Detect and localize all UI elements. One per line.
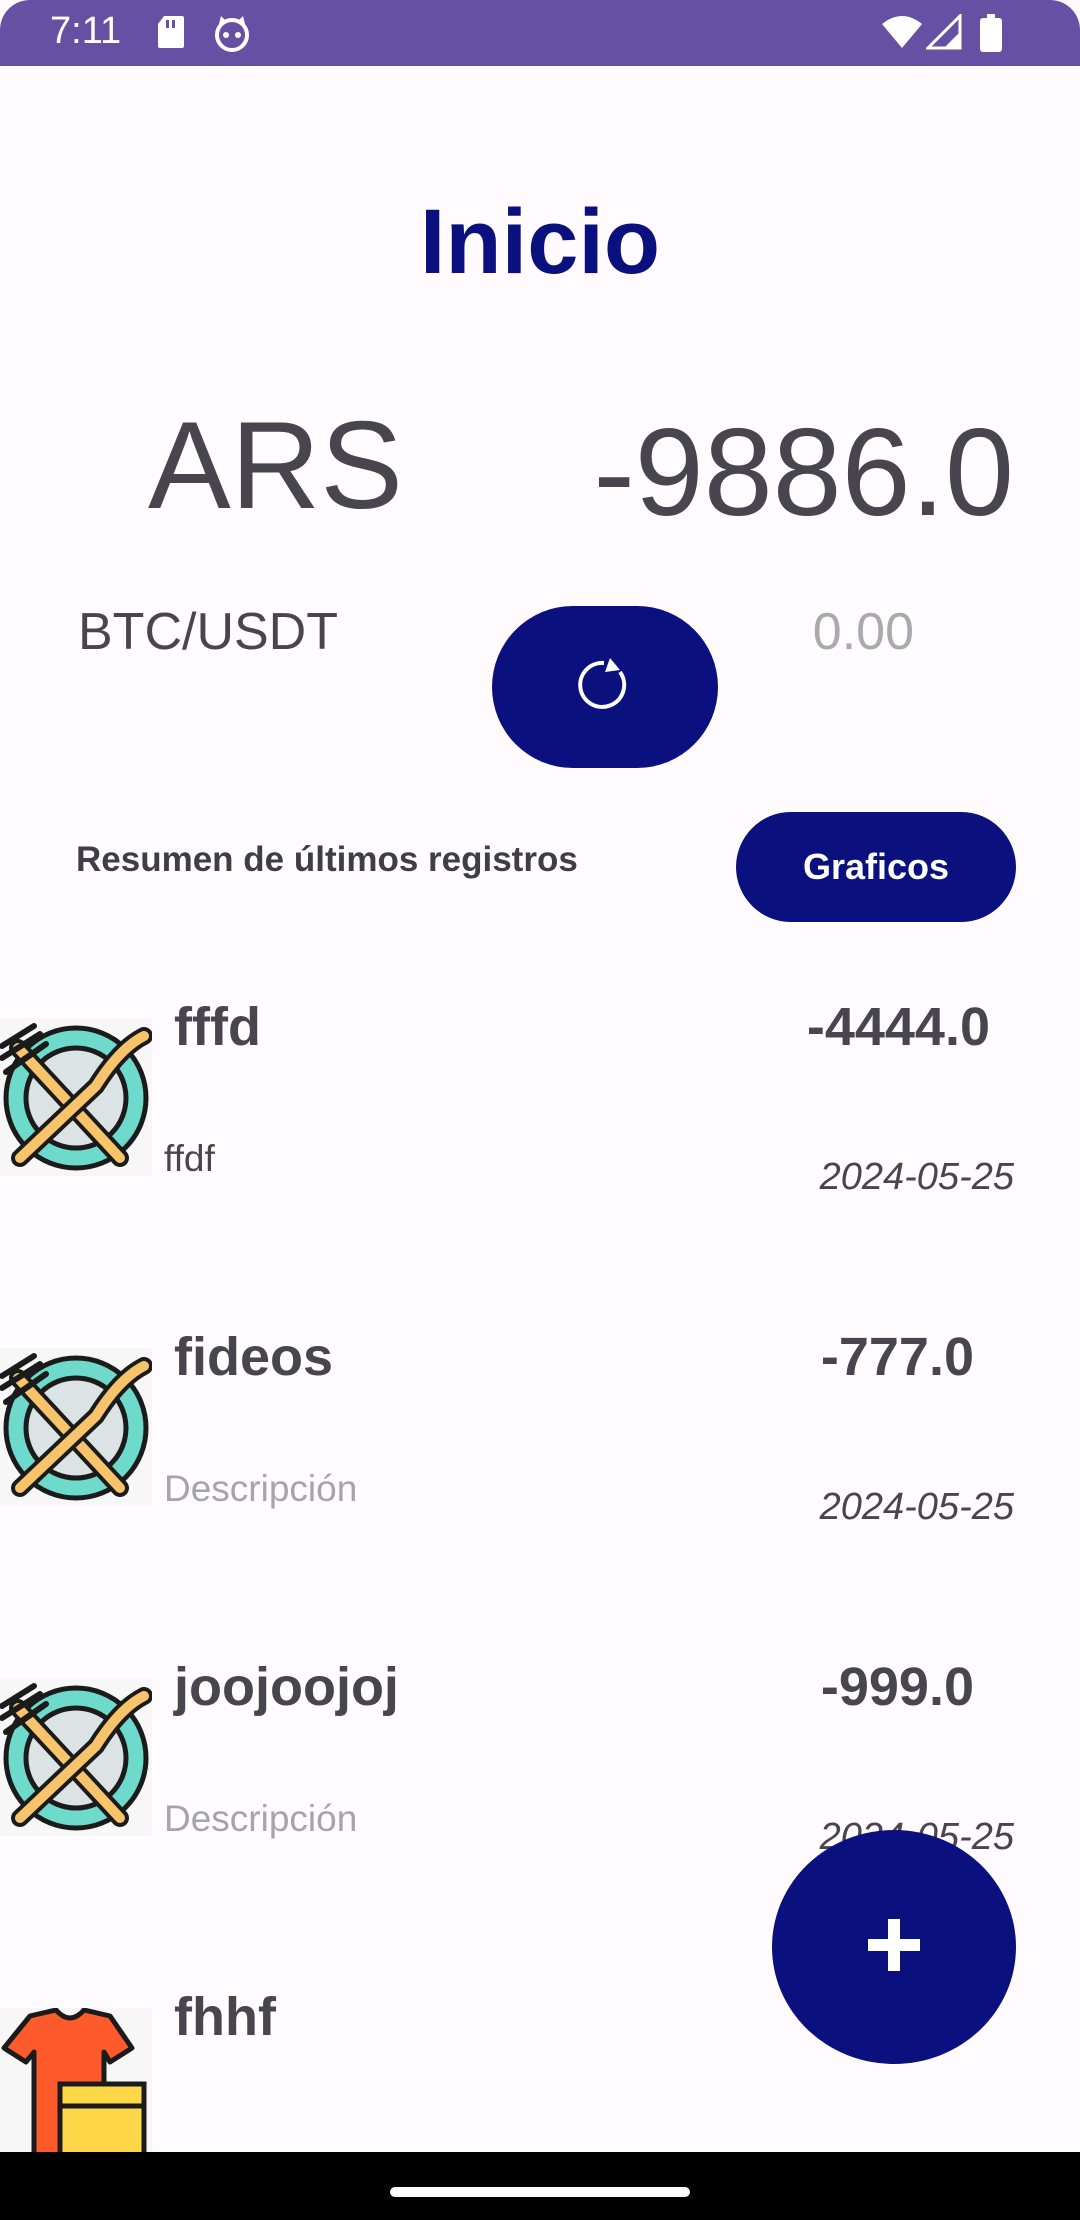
wifi-icon bbox=[880, 14, 924, 55]
record-date: 2024-05-25 bbox=[819, 1156, 1014, 1198]
refresh-button[interactable] bbox=[492, 606, 718, 768]
list-item[interactable]: fideos -777.0 Descripción 2024-05-25 bbox=[0, 1280, 1080, 1610]
add-record-button[interactable] bbox=[772, 1830, 1016, 2064]
record-title: fideos bbox=[174, 1327, 334, 1387]
charts-button[interactable]: Graficos bbox=[736, 812, 1016, 922]
status-time: 7:11 bbox=[50, 10, 122, 52]
record-amount: -777.0 bbox=[820, 1327, 974, 1387]
record-description: Descripción bbox=[164, 1798, 358, 1839]
battery-icon bbox=[980, 14, 1002, 57]
page-title: Inicio bbox=[419, 191, 661, 293]
crypto-pair-label: BTC/USDT bbox=[78, 603, 338, 661]
list-item[interactable]: fffd -4444.0 ffdf 2024-05-25 bbox=[0, 950, 1080, 1280]
balance-amount: -9886.0 bbox=[593, 404, 1014, 542]
cat-app-icon bbox=[212, 14, 252, 57]
record-title: joojoojoj bbox=[174, 1657, 399, 1717]
record-amount: -999.0 bbox=[820, 1657, 974, 1717]
record-description: ffdf bbox=[164, 1138, 215, 1179]
food-icon bbox=[0, 1348, 153, 1506]
food-icon bbox=[0, 1678, 153, 1836]
plus-icon bbox=[866, 1917, 922, 1978]
record-description: Descripción bbox=[164, 1468, 358, 1509]
currency-label: ARS bbox=[148, 397, 403, 535]
signal-icon bbox=[924, 12, 962, 55]
navigation-bar bbox=[0, 2152, 1080, 2220]
summary-label: Resumen de últimos registros bbox=[76, 840, 578, 879]
crypto-pair-value: 0.00 bbox=[812, 603, 914, 661]
record-title: fhhf bbox=[174, 1987, 276, 2047]
home-handle[interactable] bbox=[390, 2187, 690, 2197]
sd-card-icon bbox=[156, 14, 186, 55]
food-icon bbox=[0, 1018, 153, 1176]
record-amount: -4444.0 bbox=[806, 997, 990, 1057]
record-title: fffd bbox=[174, 997, 261, 1057]
clothes-icon bbox=[0, 2007, 152, 2152]
record-date: 2024-05-25 bbox=[819, 1486, 1014, 1528]
status-bar: 7:11 bbox=[0, 0, 1080, 66]
refresh-icon bbox=[574, 654, 636, 721]
